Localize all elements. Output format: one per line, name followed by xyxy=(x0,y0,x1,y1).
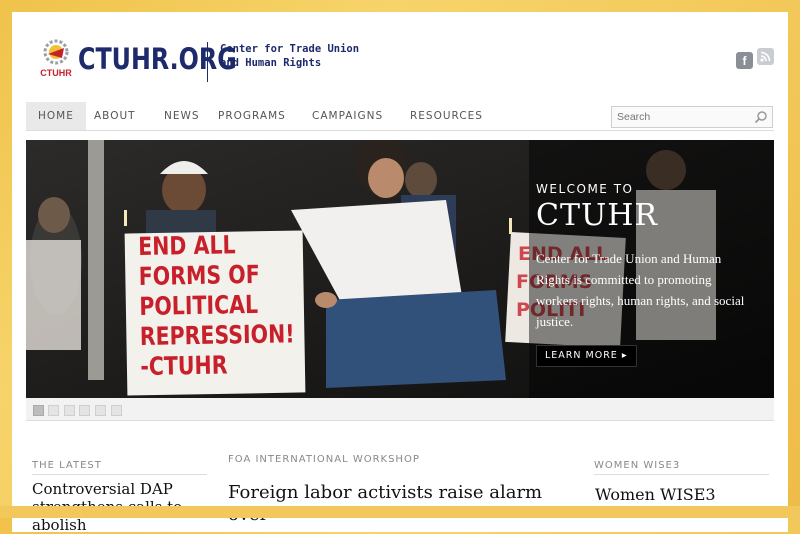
logo-tagline: Center for Trade Union and Human Rights xyxy=(220,43,360,69)
hero-description: Center for Trade Union and Human Rights … xyxy=(536,251,745,329)
search-icon[interactable] xyxy=(754,110,768,124)
nav-item-news[interactable]: NEWS xyxy=(164,102,200,130)
workshop-heading: FOA INTERNATIONAL WORKSHOP xyxy=(228,454,420,465)
nav-item-programs[interactable]: PROGRAMS xyxy=(218,102,286,130)
women-divider xyxy=(594,474,769,475)
slide-dot-3[interactable] xyxy=(64,405,75,416)
slider-pager xyxy=(26,398,774,421)
logo-emblem-icon: CTUHR xyxy=(40,39,72,78)
search-box xyxy=(611,106,773,128)
social-links: f xyxy=(732,48,774,70)
rss-icon[interactable] xyxy=(757,48,774,65)
frame-bottom xyxy=(0,506,800,518)
hero-sign-text: END ALL FORMS OF POLITICAL REPRESSION! -… xyxy=(138,230,295,381)
nav-item-about[interactable]: ABOUT xyxy=(94,102,136,130)
slide-dot-2[interactable] xyxy=(48,405,59,416)
slide-dot-5[interactable] xyxy=(95,405,106,416)
page-container: CTUHR CTUHR.ORG Center for Trade Union a… xyxy=(12,12,788,534)
slide-dot-1[interactable] xyxy=(33,405,44,416)
latest-heading: THE LATEST xyxy=(32,460,102,471)
nav-item-home[interactable]: HOME xyxy=(26,102,86,130)
slide-dot-4[interactable] xyxy=(79,405,90,416)
search-input[interactable] xyxy=(612,107,747,127)
women-heading: WOMEN WISE3 xyxy=(594,460,681,471)
slide-dot-6[interactable] xyxy=(111,405,122,416)
facebook-icon[interactable]: f xyxy=(736,52,753,69)
hero-kicker: WELCOME TO xyxy=(536,182,634,196)
workshop-article-link[interactable]: Foreign labor activists raise alarm over xyxy=(228,482,568,526)
nav-item-resources[interactable]: RESOURCES xyxy=(410,102,483,130)
latest-divider xyxy=(32,474,207,475)
learn-more-button[interactable]: LEARN MORE ▸ xyxy=(536,345,637,367)
nav-item-campaigns[interactable]: CAMPAIGNS xyxy=(312,102,383,130)
logo-divider xyxy=(207,42,208,82)
hero-title: CTUHR xyxy=(536,198,658,233)
emblem-label: CTUHR xyxy=(40,68,72,78)
women-article-link[interactable]: Women WISE3 xyxy=(595,485,775,505)
logo-wordmark: CTUHR.ORG xyxy=(78,42,237,76)
